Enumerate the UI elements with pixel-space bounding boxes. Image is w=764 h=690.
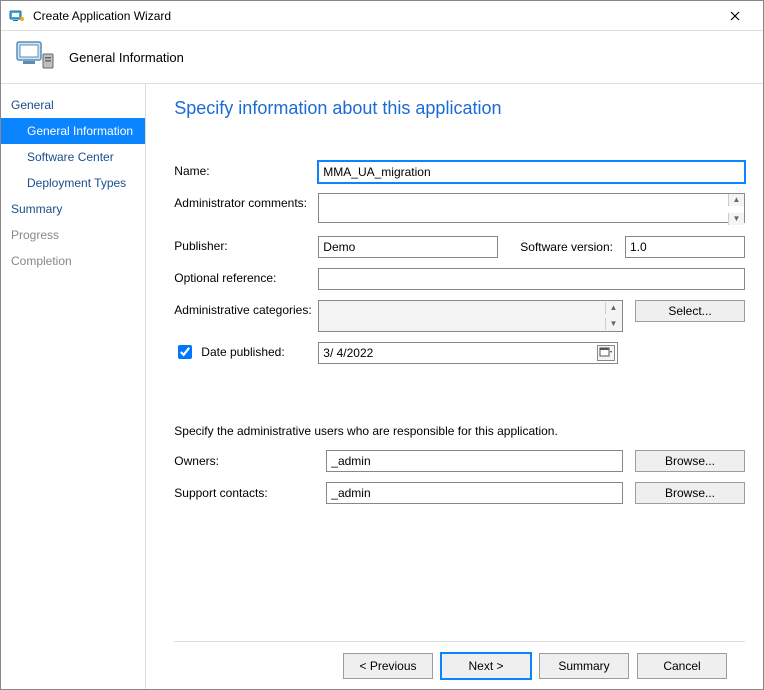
scroll-down-icon[interactable]: ▼ xyxy=(728,213,744,225)
nav-summary[interactable]: Summary xyxy=(1,196,145,222)
optional-reference-label: Optional reference: xyxy=(174,268,314,285)
optional-reference-input[interactable] xyxy=(318,268,745,290)
date-published-picker[interactable]: 3/ 4/2022 xyxy=(318,342,618,364)
support-contacts-input[interactable] xyxy=(326,482,623,504)
publisher-input[interactable] xyxy=(318,236,498,258)
cat-scroll-up-icon[interactable]: ▲ xyxy=(605,302,621,314)
administrative-categories-label: Administrative categories: xyxy=(174,300,314,317)
support-contacts-label: Support contacts: xyxy=(174,486,314,500)
owners-input[interactable] xyxy=(326,450,623,472)
software-version-input[interactable] xyxy=(625,236,745,258)
admin-comments-label: Administrator comments: xyxy=(174,193,314,210)
cat-scroll-down-icon[interactable]: ▼ xyxy=(605,318,621,330)
app-icon xyxy=(9,8,25,24)
next-button[interactable]: Next > xyxy=(441,653,531,679)
main-title: Specify information about this applicati… xyxy=(174,98,745,119)
nav-deployment-types[interactable]: Deployment Types xyxy=(1,170,145,196)
select-categories-button[interactable]: Select... xyxy=(635,300,745,322)
titlebar: Create Application Wizard xyxy=(1,1,763,31)
date-published-label: Date published: xyxy=(201,345,284,359)
form-grid: Name: Administrator comments: ▲ ▼ Publis… xyxy=(174,161,745,364)
wizard-sidebar: General General Information Software Cen… xyxy=(1,84,146,689)
nav-general-information[interactable]: General Information xyxy=(1,118,145,144)
administrative-categories-box[interactable]: ▲ ▼ xyxy=(318,300,623,332)
wizard-main: Specify information about this applicati… xyxy=(146,84,763,689)
page-title: General Information xyxy=(69,50,184,65)
close-icon xyxy=(730,8,740,24)
scroll-up-icon[interactable]: ▲ xyxy=(728,194,744,206)
owners-label: Owners: xyxy=(174,454,314,468)
wizard-footer: < Previous Next > Summary Cancel xyxy=(174,641,745,689)
previous-button[interactable]: < Previous xyxy=(343,653,433,679)
admin-comments-input[interactable] xyxy=(318,193,745,223)
wizard-header: General Information xyxy=(1,31,763,83)
wizard-body: General General Information Software Cen… xyxy=(1,83,763,689)
nav-software-center[interactable]: Software Center xyxy=(1,144,145,170)
nav-general[interactable]: General xyxy=(1,92,145,118)
browse-owners-button[interactable]: Browse... xyxy=(635,450,745,472)
nav-completion: Completion xyxy=(1,248,145,274)
close-button[interactable] xyxy=(715,2,755,30)
date-published-checkbox[interactable] xyxy=(178,345,192,359)
nav-progress: Progress xyxy=(1,222,145,248)
form-grid-owners: Owners: Browse... Support contacts: Brow… xyxy=(174,450,745,504)
wizard-window: Create Application Wizard General Inform… xyxy=(0,0,764,690)
browse-support-button[interactable]: Browse... xyxy=(635,482,745,504)
cancel-button[interactable]: Cancel xyxy=(637,653,727,679)
name-input[interactable] xyxy=(318,161,745,183)
computer-icon xyxy=(13,38,55,77)
publisher-label: Publisher: xyxy=(174,236,314,253)
admin-comments-wrap: ▲ ▼ xyxy=(318,193,745,226)
software-version-label: Software version: xyxy=(510,240,613,254)
name-label: Name: xyxy=(174,161,314,178)
window-title: Create Application Wizard xyxy=(33,9,171,23)
date-published-value: 3/ 4/2022 xyxy=(323,346,373,360)
responsible-users-subhead: Specify the administrative users who are… xyxy=(174,424,745,438)
calendar-dropdown-icon[interactable] xyxy=(597,345,615,361)
summary-button[interactable]: Summary xyxy=(539,653,629,679)
